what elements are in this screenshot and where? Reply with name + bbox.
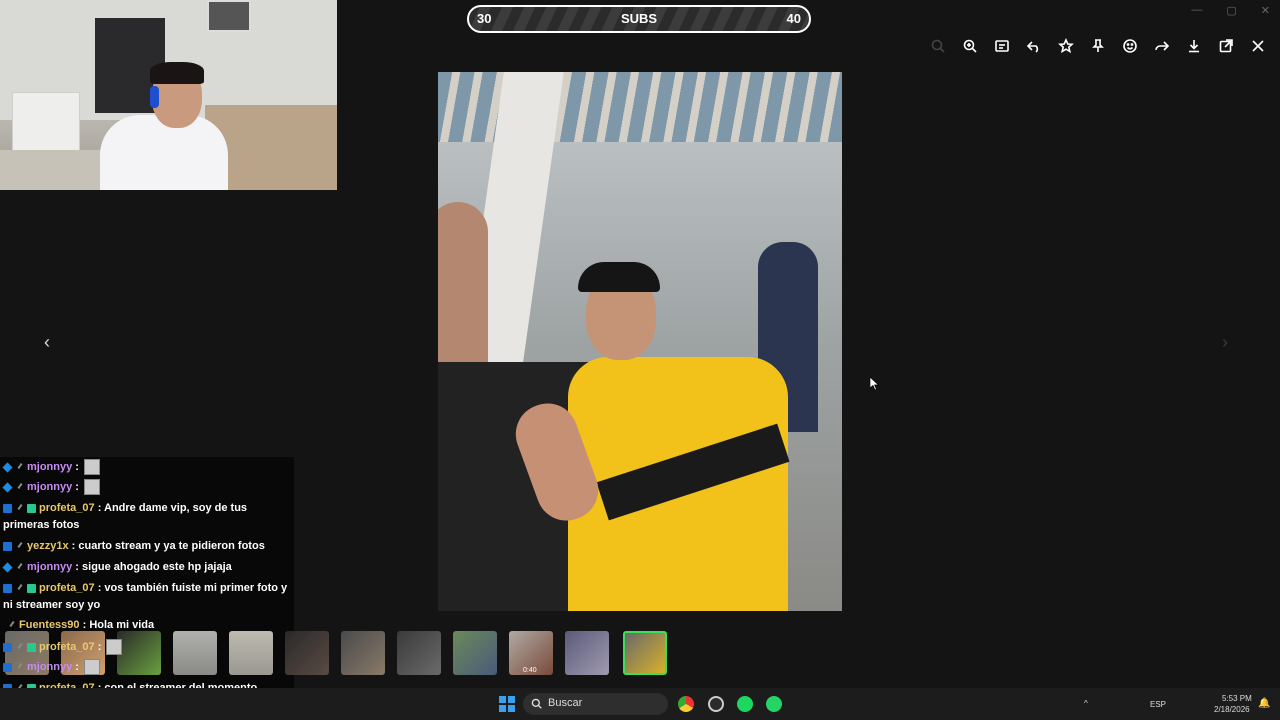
- next-arrow-icon[interactable]: ›: [1222, 332, 1228, 353]
- close-window-icon[interactable]: ✕: [1261, 4, 1270, 17]
- vip-badge-icon: [3, 642, 12, 652]
- language-indicator[interactable]: ESP: [1150, 700, 1166, 709]
- chat-message: mjonnyy :: [3, 659, 293, 676]
- vip-badge-icon: [3, 503, 12, 513]
- chat-text: Hola mi vida: [89, 619, 155, 631]
- mouse-cursor-icon: [870, 377, 880, 391]
- emoji-icon[interactable]: [1114, 36, 1146, 56]
- viewer-toolbar: [922, 36, 1274, 56]
- maximize-icon[interactable]: ▢: [1226, 4, 1236, 17]
- search-icon: [531, 698, 542, 709]
- notification-icon[interactable]: 🔔: [1258, 698, 1270, 709]
- subs-label: SUBS: [620, 11, 658, 26]
- zoom-in-icon[interactable]: [954, 36, 986, 56]
- minimize-icon[interactable]: —: [1191, 4, 1202, 17]
- clock-time[interactable]: 5:53 PM: [1222, 694, 1252, 703]
- chat-text: cuarto stream y ya te pidieron fotos: [78, 540, 265, 552]
- slash-icon: [17, 483, 23, 490]
- previous-arrow-icon[interactable]: ‹: [44, 332, 50, 353]
- open-external-icon[interactable]: [1210, 36, 1242, 56]
- windows-start-icon[interactable]: [499, 696, 515, 712]
- prime-badge-icon: [27, 583, 36, 593]
- thumbnail[interactable]: [397, 631, 441, 675]
- chat-message: profeta_07 : Andre dame vip, soy de tus …: [3, 502, 248, 531]
- emote-icon: [84, 459, 101, 476]
- chat-message: mjonnyy :: [2, 459, 293, 476]
- slash-icon: [17, 463, 23, 470]
- slash-icon: [17, 542, 23, 549]
- main-photo: [438, 72, 842, 611]
- slash-icon: [17, 584, 23, 591]
- chat-username: profeta_07: [39, 502, 95, 514]
- undo-icon[interactable]: [1018, 36, 1050, 56]
- chat-message: yezzy1x : cuarto stream y ya te pidieron…: [3, 538, 293, 555]
- chat-username: mjonnyy: [27, 461, 73, 473]
- clock-date[interactable]: 2/18/2026: [1214, 705, 1250, 714]
- emote-icon: [84, 659, 101, 676]
- share-icon[interactable]: [1146, 36, 1178, 56]
- subscriber-badge-icon: [2, 562, 13, 573]
- close-icon[interactable]: [1242, 36, 1274, 56]
- chat-username: mjonnyy: [27, 561, 73, 573]
- slash-icon: [17, 504, 23, 511]
- slash-icon: [17, 563, 23, 570]
- chat-message: profeta_07 : vos también fuiste mi prime…: [3, 582, 288, 611]
- subs-goal: 40: [786, 11, 801, 26]
- thumbnail-selected[interactable]: [623, 631, 667, 675]
- chat-username: yezzy1x: [27, 540, 69, 552]
- download-icon[interactable]: [1178, 36, 1210, 56]
- chat-message: mjonnyy : sigue ahogado este hp jajaja: [2, 559, 293, 576]
- caption-icon[interactable]: [986, 36, 1018, 56]
- chat-username: mjonnyy: [27, 661, 73, 673]
- obs-icon[interactable]: [708, 696, 724, 712]
- chat-username: profeta_07: [39, 582, 95, 594]
- chat-text: sigue ahogado este hp jajaja: [82, 561, 232, 573]
- prime-badge-icon: [27, 503, 36, 513]
- video-thumbnail[interactable]: 0:40: [509, 631, 553, 675]
- chat-message: mjonnyy :: [2, 479, 293, 496]
- taskbar-search[interactable]: Buscar: [523, 693, 668, 715]
- chat-message: profeta_07 :: [3, 639, 293, 656]
- emote-icon: [106, 639, 123, 656]
- webcam-overlay: [0, 0, 337, 190]
- subscriber-badge-icon: [2, 462, 13, 473]
- slash-icon: [17, 643, 23, 650]
- whatsapp-icon[interactable]: [766, 696, 782, 712]
- taskbar: Buscar ^ ESP 5:53 PM 2/18/2026 🔔: [0, 688, 1280, 720]
- chat-username: mjonnyy: [27, 481, 73, 493]
- thumbnail[interactable]: [453, 631, 497, 675]
- subscriber-badge-icon: [2, 482, 13, 493]
- slash-icon: [9, 621, 15, 628]
- search-icon[interactable]: [922, 36, 954, 56]
- star-icon[interactable]: [1050, 36, 1082, 56]
- chrome-icon[interactable]: [678, 696, 694, 712]
- video-duration: 0:40: [523, 667, 537, 674]
- prime-badge-icon: [27, 642, 36, 652]
- vip-badge-icon: [3, 541, 12, 551]
- thumbnail[interactable]: [341, 631, 385, 675]
- emote-icon: [84, 479, 101, 496]
- vip-badge-icon: [3, 583, 12, 593]
- chat-username: Fuentess90: [19, 619, 80, 631]
- tray-chevron-icon[interactable]: ^: [1084, 699, 1088, 708]
- chat-username: profeta_07: [39, 641, 95, 653]
- subs-goal-bar: 30 SUBS 40: [467, 5, 811, 33]
- spotify-icon[interactable]: [737, 696, 753, 712]
- slash-icon: [17, 663, 23, 670]
- pin-icon[interactable]: [1082, 36, 1114, 56]
- vip-badge-icon: [3, 662, 12, 672]
- search-placeholder: Buscar: [548, 697, 583, 709]
- thumbnail[interactable]: [565, 631, 609, 675]
- window-controls: — ▢ ✕: [1191, 4, 1270, 17]
